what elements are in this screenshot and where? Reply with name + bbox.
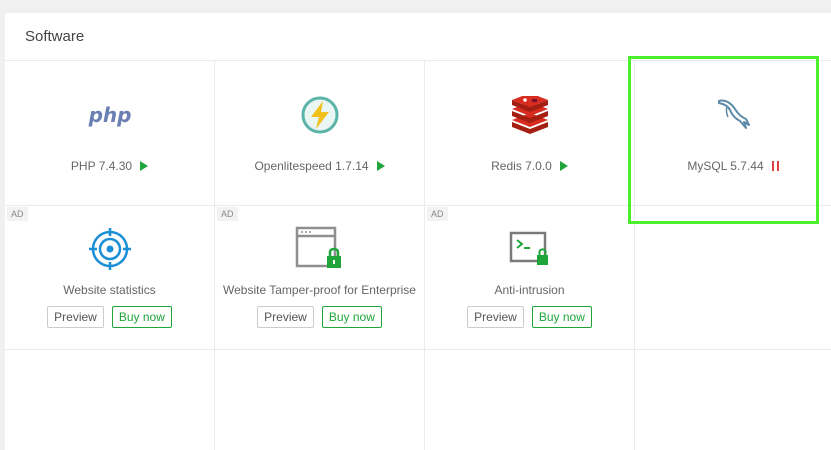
preview-button[interactable]: Preview <box>47 306 104 328</box>
ad-tag: AD <box>7 207 28 221</box>
ad-card-website-statistics: AD Website statistics Preview Buy now <box>5 206 215 350</box>
empty-card <box>215 350 425 450</box>
empty-card <box>635 350 831 450</box>
plugin-name: Anti-intrusion <box>494 283 565 297</box>
terminal-lock-icon <box>425 226 634 272</box>
plugin-name: Website Tamper-proof for Enterprise <box>223 283 416 297</box>
highlight-box <box>628 56 819 224</box>
php-logo-text: php <box>87 103 131 127</box>
empty-card <box>5 350 215 450</box>
ad-card-anti-intrusion: AD Anti-intrusion Preview Buy now <box>425 206 635 350</box>
ad-tag: AD <box>217 207 238 221</box>
play-icon[interactable] <box>140 161 149 171</box>
buy-now-button[interactable]: Buy now <box>111 306 172 328</box>
plugin-name: Website statistics <box>63 283 156 297</box>
play-icon[interactable] <box>376 161 385 171</box>
software-name: PHP 7.4.30 <box>70 159 133 173</box>
window-lock-icon <box>215 226 424 272</box>
target-icon <box>5 226 214 272</box>
empty-card <box>635 206 831 350</box>
panel-title: Software <box>5 13 831 61</box>
redis-icon <box>425 93 634 137</box>
ad-card-tamper-proof: AD Website Tamper-proof for Enterprise P… <box>215 206 425 350</box>
software-card-php[interactable]: php PHP 7.4.30 <box>5 61 215 206</box>
software-card-openlitespeed[interactable]: Openlitespeed 1.7.14 <box>215 61 425 206</box>
preview-button[interactable]: Preview <box>467 306 524 328</box>
php-icon: php <box>5 93 214 137</box>
buy-now-button[interactable]: Buy now <box>531 306 592 328</box>
openlitespeed-icon <box>215 93 424 137</box>
play-icon[interactable] <box>559 161 568 171</box>
ad-tag: AD <box>427 207 448 221</box>
software-name: Openlitespeed 1.7.14 <box>254 159 369 173</box>
software-card-redis[interactable]: Redis 7.0.0 <box>425 61 635 206</box>
software-name: Redis 7.0.0 <box>491 159 552 173</box>
empty-card <box>425 350 635 450</box>
preview-button[interactable]: Preview <box>257 306 314 328</box>
buy-now-button[interactable]: Buy now <box>321 306 382 328</box>
